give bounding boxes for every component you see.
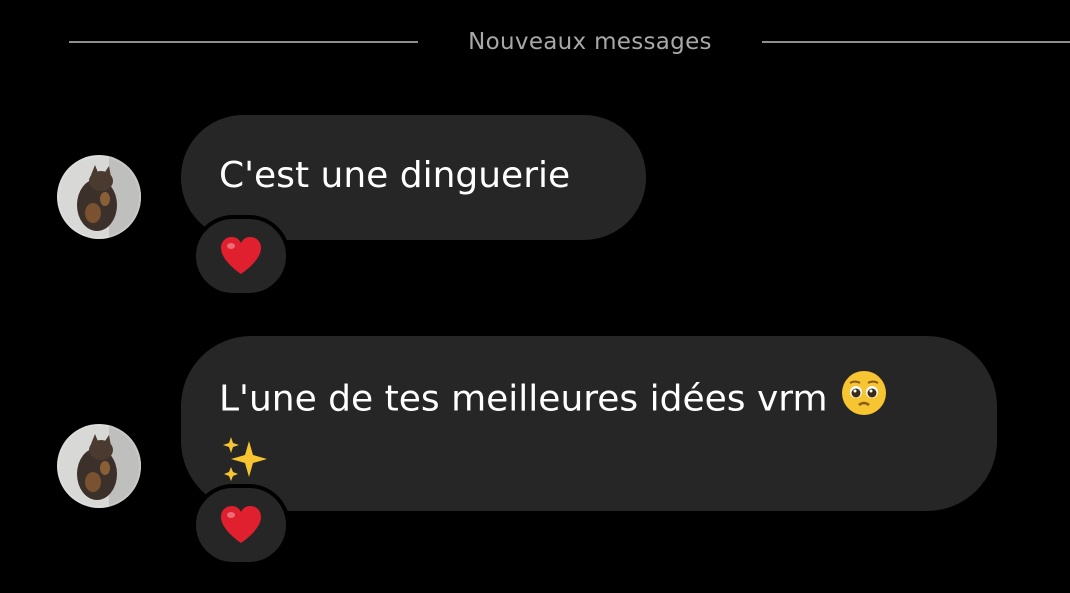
message-text: C'est une dinguerie: [219, 155, 571, 196]
pleading-face-icon: [839, 368, 889, 433]
heart-icon: [221, 506, 261, 543]
heart-icon: [221, 237, 261, 274]
reaction-badge[interactable]: [192, 484, 290, 566]
cat-photo-avatar-icon: [57, 424, 141, 508]
sender-avatar[interactable]: [57, 424, 141, 508]
chat-thread: Nouveaux messages C'est une dinguerie L'…: [0, 0, 1070, 593]
reaction-badge[interactable]: [192, 215, 290, 297]
divider-line-right: [762, 41, 1070, 43]
message-text: L'une de tes meilleures idées vrm: [219, 378, 828, 420]
cat-photo-avatar-icon: [57, 155, 141, 239]
new-messages-divider-label: Nouveaux messages: [468, 29, 712, 55]
message-bubble[interactable]: L'une de tes meilleures idées vrm: [181, 336, 997, 511]
divider-line-left: [69, 41, 418, 43]
sender-avatar[interactable]: [57, 155, 141, 239]
